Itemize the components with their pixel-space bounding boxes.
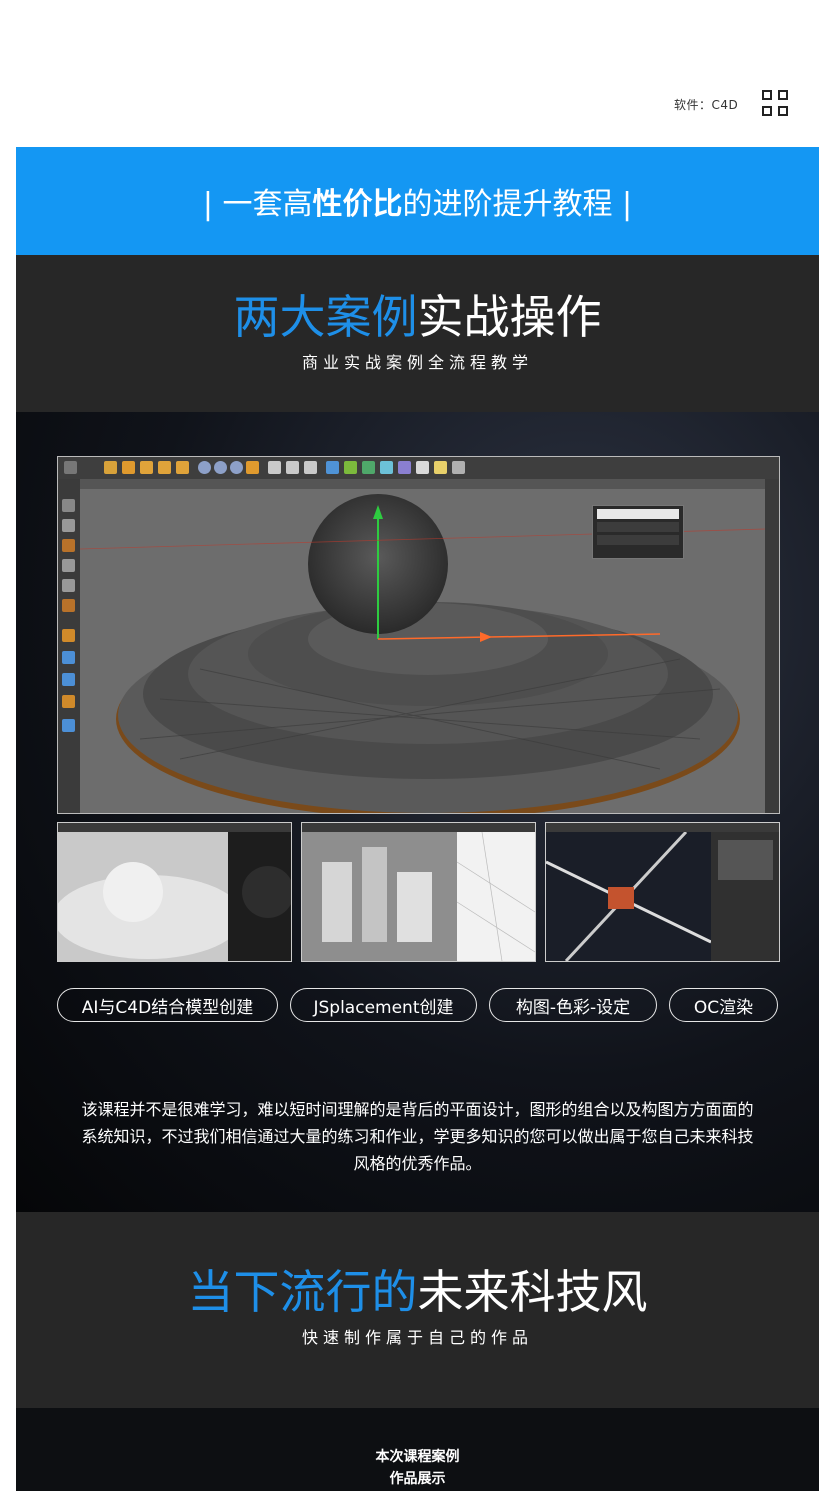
tag-pill: AI与C4D结合模型创建 (57, 988, 278, 1022)
case-thumbnail-2 (301, 822, 536, 962)
c4d-viewport-screenshot (57, 456, 780, 814)
section-title-highlight: 当下流行的 (187, 1265, 418, 1319)
c4d-plugin-popup (592, 505, 684, 559)
c4d-right-panel (765, 479, 779, 813)
section-title-rest: 未来科技风 (417, 1265, 648, 1319)
tag-pill: JSplacement创建 (290, 988, 477, 1022)
section-title: 当下流行的未来科技风 (16, 1264, 819, 1320)
top-bar: 软件：C4D (0, 0, 835, 147)
tag-pill: OC渲染 (669, 988, 778, 1022)
section-two-cases: 两大案例实战操作 商业实战案例全流程教学 (16, 255, 819, 412)
banner-prefix: | 一套高 (202, 187, 313, 222)
section-title-highlight: 两大案例 (233, 290, 418, 344)
section-title-rest: 实战操作 (417, 290, 602, 344)
section-subtitle: 快速制作属于自己的作品 (301, 1328, 533, 1347)
case-thumbnail-1 (57, 822, 292, 962)
section-future-tech: 当下流行的未来科技风 快速制作属于自己的作品 (16, 1212, 819, 1408)
section-works-showcase: 本次课程案例 作品展示 (16, 1408, 819, 1491)
case-thumbnail-3 (545, 822, 780, 962)
software-label: 软件：C4D (674, 98, 739, 112)
tag-pill: 构图-色彩-设定 (489, 988, 657, 1022)
c4d-menu-bar (80, 479, 779, 489)
works-heading-line2: 作品展示 (389, 1471, 446, 1487)
topic-tags: AI与C4D结合模型创建 JSplacement创建 构图-色彩-设定 OC渲染 (57, 988, 778, 1024)
section-subtitle: 商业实战案例全流程教学 (301, 353, 533, 372)
banner-highlight: 性价比 (312, 187, 403, 222)
case-showcase: AI与C4D结合模型创建 JSplacement创建 构图-色彩-设定 OC渲染… (16, 412, 819, 1212)
c4d-toolbar (58, 457, 779, 479)
section-title: 两大案例实战操作 (16, 289, 819, 345)
course-description: 该课程并不是很难学习，难以短时间理解的是背后的平面设计，图形的组合以及构图方方面… (81, 1100, 754, 1173)
c4d-side-toolbar (58, 479, 80, 813)
works-heading-line1: 本次课程案例 (375, 1449, 460, 1465)
course-banner: | 一套高 性价比 的进阶提升教程 | (16, 147, 819, 255)
grid-menu-icon[interactable] (762, 90, 792, 120)
banner-suffix: 的进阶提升教程 | (402, 187, 633, 222)
